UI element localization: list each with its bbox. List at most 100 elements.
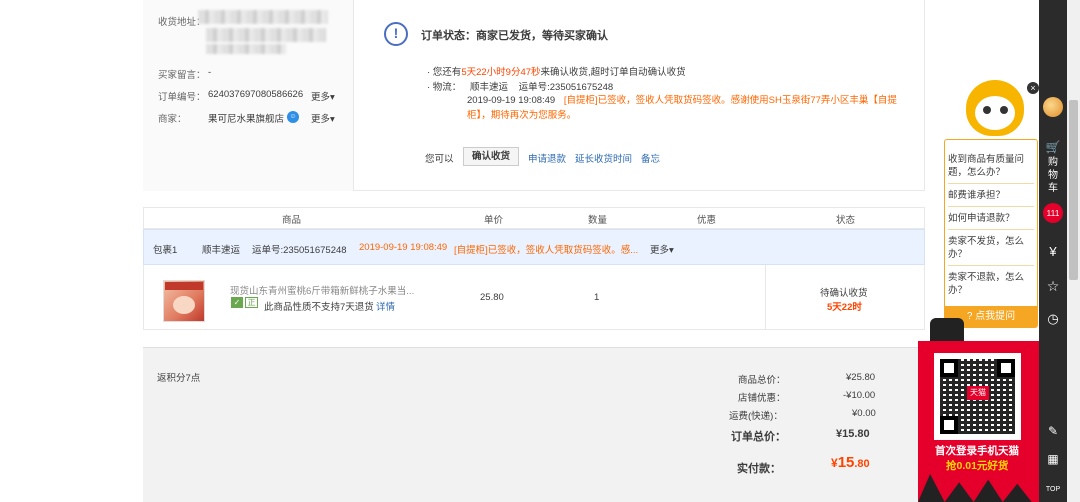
cart-count-badge: 111 [1043, 203, 1063, 223]
yen-icon[interactable]: ¥ [1039, 244, 1067, 259]
th-price: 单价 [484, 215, 504, 226]
mascot-eye-left [983, 106, 991, 114]
paid-label: 实付款： [737, 463, 781, 475]
logistics-tracking: 运单号:235051675248 [518, 82, 614, 93]
status-divider [765, 265, 766, 330]
help-divider [948, 206, 1034, 207]
help-divider [948, 229, 1034, 230]
table-row [143, 265, 925, 330]
table-header [143, 207, 925, 229]
shop-discount-label: 店铺优惠： [738, 393, 786, 404]
detail-link[interactable]: 详情 [376, 299, 395, 313]
package-more-link[interactable]: 更多▾ [650, 242, 674, 256]
paid-dec: .80 [854, 458, 870, 470]
paid-amount: ¥15.80 [831, 454, 870, 471]
help-question-shipping-fee[interactable]: 邮费谁承担？ [948, 189, 1034, 202]
confirm-countdown-line: · 您还有5天22小时9分47秒来确认收货,超时订单自动确认收货 [427, 64, 686, 78]
th-item: 商品 [282, 215, 302, 226]
back-to-top[interactable]: TOP [1039, 486, 1067, 493]
cart-label-text: 购物车 [1048, 157, 1058, 194]
guarantee-icon: ✓ [231, 297, 243, 308]
order-total-value: ¥15.80 [836, 428, 870, 440]
help-question-quality[interactable]: 收到商品有质量问题，怎么办？ [948, 153, 1034, 179]
buyer-note-value: - [208, 67, 212, 78]
memo-link[interactable]: 备忘 [641, 151, 660, 165]
feedback-icon[interactable]: ✎ [1039, 424, 1067, 438]
package-text: [自提柜]已签收，签收人凭取货码签收。感... [454, 245, 639, 256]
goods-total-label: 商品总价： [738, 375, 786, 386]
qr-corner [940, 416, 958, 434]
countdown-value: 5天22小时9分47秒 [461, 67, 541, 78]
tmall-promo-line1: 首次登录手机天猫 [935, 445, 1019, 457]
merchant-value[interactable]: 果可尼水果旗舰店 [208, 111, 284, 125]
product-thumbnail-banner [165, 282, 203, 290]
order-total-label: 订单总价： [731, 431, 786, 443]
shipping-value: ¥0.00 [852, 408, 876, 419]
order-more-link[interactable]: 更多▾ [311, 89, 335, 103]
logistics-line: · 物流： 顺丰速运 运单号:235051675248 [427, 79, 613, 93]
buyer-note-label: 买家留言： [158, 70, 206, 81]
countdown-suffix: 来确认收货,超时订单自动确认收货 [540, 67, 686, 78]
points-text: 返积分7点 [157, 373, 201, 384]
logistics-carrier: 顺丰速运 [469, 82, 508, 93]
package-date: 2019-09-19 19:08:49 [359, 242, 448, 253]
scrollbar-thumb[interactable] [1069, 100, 1078, 280]
ask-question-label: 点我提问 [975, 311, 1016, 322]
product-thumbnail-peach [173, 296, 195, 314]
cart-label[interactable]: 购物车 [1039, 156, 1067, 195]
extend-receipt-link[interactable]: 延长收货时间 [575, 151, 632, 165]
product-title-link[interactable]: 现货山东青州蜜桃6斤带箱新鲜桃子水果当... [230, 283, 414, 297]
merchant-label: 商家： [158, 114, 187, 125]
avatar[interactable] [1043, 97, 1063, 117]
merchant-more-link[interactable]: 更多▾ [311, 111, 335, 125]
return-note: 此商品性质不支持7天退货 [264, 302, 374, 313]
logistics-detail: 2019-09-19 19:08:49 [自提柜]已签收，签收人凭取货码签收。感… [467, 93, 907, 123]
item-price: 25.80 [480, 292, 504, 303]
order-no-label: 订单编号： [158, 92, 206, 103]
cart-icon[interactable]: 🛒 [1039, 140, 1067, 154]
qr-tmall-logo: 天猫 [967, 386, 989, 400]
order-summary [143, 347, 925, 502]
help-question-no-refund[interactable]: 卖家不退款，怎么办？ [948, 271, 1034, 297]
shop-discount-value: -¥10.00 [843, 390, 876, 401]
shipping-label: 运费(快递)： [729, 411, 783, 422]
address-redacted-2 [206, 28, 326, 42]
close-icon[interactable]: × [1027, 82, 1039, 94]
item-qty: 1 [594, 292, 600, 303]
paid-symbol: ¥ [831, 456, 838, 470]
package-carrier: 顺丰速运 [202, 245, 241, 256]
logistics-date: 2019-09-19 19:08:49 [467, 95, 556, 106]
confirm-receipt-button[interactable]: 确认收货 [463, 147, 519, 166]
actions-label: 您可以 [425, 154, 454, 165]
alert-icon: ! [384, 22, 408, 46]
address-redacted [198, 10, 328, 24]
countdown-prefix: · 您还有 [427, 67, 462, 78]
help-question-refund[interactable]: 如何申请退款？ [948, 212, 1034, 225]
genuine-badge: 正 [245, 297, 258, 308]
address-redacted-3 [206, 44, 286, 54]
item-countdown: 5天22时 [827, 302, 862, 313]
package-label: 包裹1 [153, 245, 178, 256]
item-status: 待确认收货 [820, 288, 868, 299]
th-discount: 优惠 [697, 215, 717, 226]
paid-int: 15 [837, 454, 855, 471]
th-status: 状态 [836, 215, 856, 226]
wangwang-chat-icon[interactable]: ☺ [287, 111, 299, 123]
qr-corner [940, 359, 958, 377]
tmall-promo-line2: 抢0.01元好货 [946, 460, 1009, 472]
help-divider [948, 265, 1034, 266]
helper-mascot-face [975, 96, 1015, 130]
mascot-eye-right [1000, 106, 1008, 114]
help-divider [948, 183, 1034, 184]
package-tracking: 运单号:235051675248 [252, 245, 347, 256]
order-no-value: 624037697080586626 [208, 89, 304, 100]
order-status-title: 订单状态：商家已发货，等待买家确认 [421, 30, 608, 42]
qr-corner [997, 359, 1015, 377]
goods-total-value: ¥25.80 [846, 372, 876, 383]
history-icon[interactable]: ◷ [1039, 311, 1067, 327]
th-qty: 数量 [588, 215, 608, 226]
qr-icon[interactable]: ▦ [1039, 452, 1067, 466]
refund-link[interactable]: 申请退款 [528, 151, 566, 165]
help-question-no-ship[interactable]: 卖家不发货，怎么办？ [948, 235, 1034, 261]
star-icon[interactable]: ☆ [1039, 278, 1067, 295]
